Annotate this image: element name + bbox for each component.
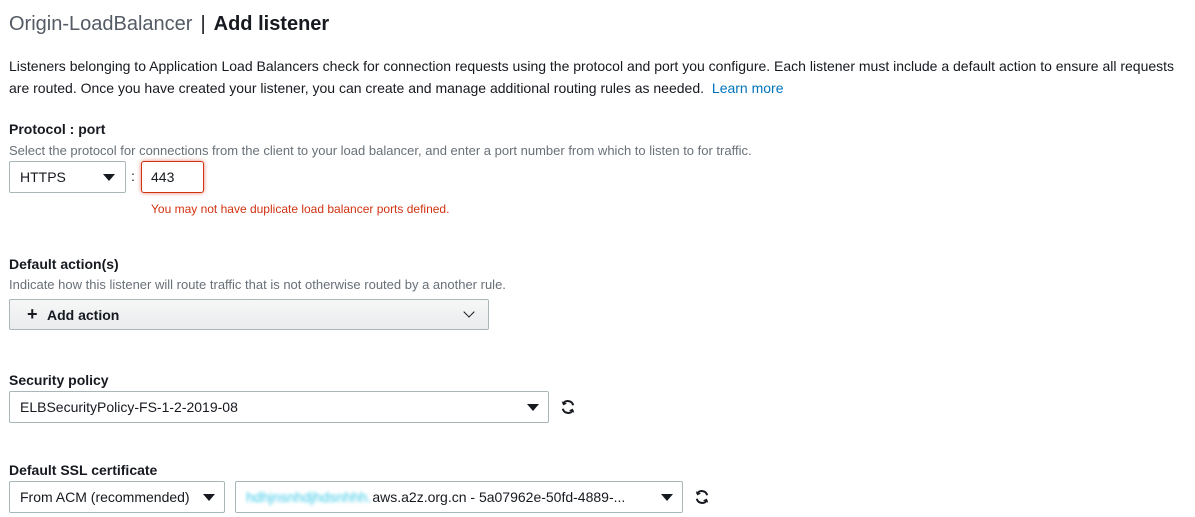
caret-down-icon [203,494,215,501]
certificate-value: aws.a2z.org.cn - 5a07962e-50fd-4889-... [372,489,626,505]
intro-description: Listeners belonging to Application Load … [9,58,1175,96]
caret-down-icon [661,494,673,501]
port-input[interactable] [141,161,204,193]
certificate-source-value: From ACM (recommended) [20,489,190,505]
redacted-certificate-domain: hdhjnsnhdjhdsnhhh. [246,489,372,505]
protocol-port-description: Select the protocol for connections from… [9,143,752,158]
security-policy-value: ELBSecurityPolicy-FS-1-2-2019-08 [20,399,238,415]
port-error-message: You may not have duplicate load balancer… [151,202,450,216]
refresh-icon[interactable] [560,399,576,415]
security-policy-select[interactable]: ELBSecurityPolicy-FS-1-2-2019-08 [9,391,549,423]
certificate-source-select[interactable]: From ACM (recommended) [9,481,225,513]
caret-down-icon [103,174,115,181]
chevron-down-icon [463,306,475,318]
page-title: Add listener [213,13,330,35]
load-balancer-name: Origin-LoadBalancer [9,13,193,35]
add-action-button[interactable]: + Add action [9,299,489,330]
intro-text: Listeners belonging to Application Load … [9,55,1195,99]
caret-down-icon [527,404,539,411]
certificate-select[interactable]: hdhjnsnhdjhdsnhhh.aws.a2z.org.cn - 5a079… [235,481,683,513]
add-action-label: Add action [47,307,120,323]
default-actions-description: Indicate how this listener will route tr… [9,277,506,292]
default-actions-label: Default action(s) [9,256,119,272]
refresh-icon[interactable] [694,489,710,505]
security-policy-label: Security policy [9,372,109,388]
protocol-port-colon: : [131,168,135,184]
protocol-select[interactable]: HTTPS [9,161,126,193]
page-header: Origin-LoadBalancer | Add listener [9,13,329,36]
plus-icon: + [27,304,38,324]
protocol-port-label: Protocol : port [9,121,106,137]
ssl-certificate-label: Default SSL certificate [9,462,158,478]
title-separator: | [200,13,206,35]
protocol-select-value: HTTPS [20,169,66,185]
learn-more-link[interactable]: Learn more [712,80,784,96]
